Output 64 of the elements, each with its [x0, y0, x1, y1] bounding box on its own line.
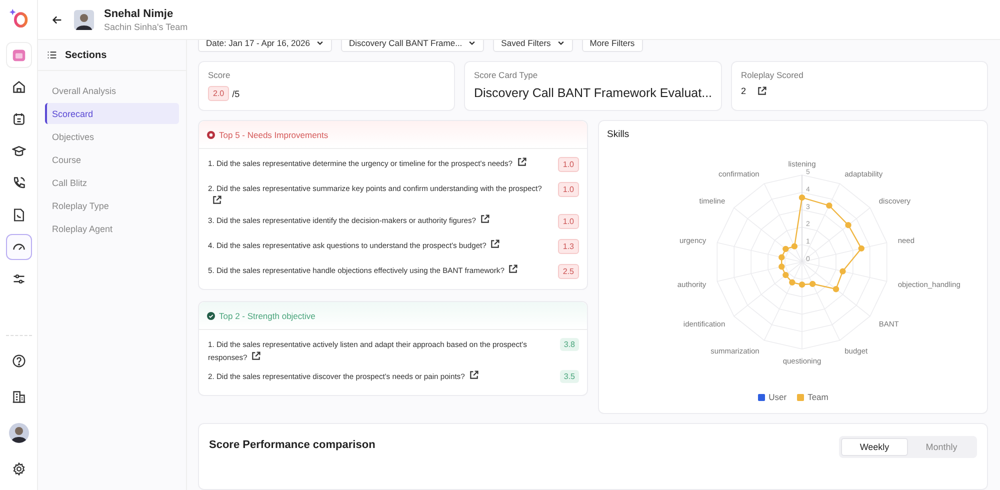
- section-item[interactable]: Roleplay Type: [45, 195, 179, 216]
- avatar-icon: [74, 10, 94, 30]
- sliders-icon: [12, 272, 26, 286]
- sections-title: Sections: [65, 50, 107, 60]
- help-icon: [12, 354, 26, 368]
- phone-icon: [12, 176, 26, 190]
- external-link-icon[interactable]: [212, 195, 222, 205]
- objective-score: 1.0: [558, 157, 579, 172]
- external-link-icon[interactable]: [516, 157, 527, 167]
- performance-title: Score Performance comparison: [209, 439, 376, 451]
- filter-dropdown[interactable]: Date: Jan 17 - Apr 16, 2026: [198, 40, 332, 52]
- filter-dropdown[interactable]: Discovery Call BANT Frame...: [340, 40, 484, 52]
- warning-icon: [207, 130, 215, 138]
- objective-score: 1.0: [558, 214, 579, 229]
- period-tab[interactable]: Weekly: [841, 438, 908, 456]
- legend-label: User: [768, 392, 787, 402]
- external-link-icon[interactable]: [468, 370, 479, 380]
- section-item[interactable]: Call Blitz: [45, 172, 179, 193]
- graduation-cap-icon: [12, 144, 26, 158]
- home-icon: [12, 80, 26, 94]
- card-label: Score Card Type: [474, 70, 539, 80]
- objective-score: 1.0: [558, 182, 579, 197]
- scorecard-type-value: Discovery Call BANT Framework Evaluat...: [474, 86, 712, 100]
- legend-label: Team: [808, 392, 828, 402]
- period-tab[interactable]: Monthly: [908, 438, 975, 456]
- settings-icon: [12, 462, 26, 476]
- section-item[interactable]: Objectives: [45, 126, 179, 147]
- building-icon: [12, 390, 26, 404]
- section-item[interactable]: Scorecard: [45, 103, 179, 124]
- score-badge: 2.0: [208, 86, 230, 101]
- external-link-icon[interactable]: [757, 86, 768, 96]
- team-name: Sachin Sinha's Team: [104, 22, 188, 32]
- section-item[interactable]: Course: [45, 149, 179, 170]
- logo-icon[interactable]: [8, 8, 28, 28]
- skills-title: Skills: [607, 129, 630, 140]
- card-label: Roleplay Scored: [741, 70, 804, 80]
- document-icon: [12, 208, 26, 222]
- app-icon: [12, 48, 26, 62]
- group-title: Top 5 - Needs Improvements: [219, 130, 328, 140]
- check-icon: [207, 312, 215, 320]
- filter-dropdown[interactable]: More Filters: [582, 40, 643, 52]
- caret-icon: [556, 40, 565, 47]
- external-link-icon[interactable]: [480, 214, 490, 224]
- group-title: Top 2 - Strength objective: [219, 310, 316, 320]
- objective-score: 3.5: [560, 370, 579, 383]
- list-icon: [47, 50, 57, 60]
- external-link-icon[interactable]: [490, 239, 500, 249]
- objective-score: 3.8: [560, 338, 579, 351]
- objective-score: 2.5: [558, 264, 579, 279]
- roleplay-count: 2: [741, 86, 746, 96]
- caret-icon: [468, 40, 476, 47]
- card-label: Score: [208, 70, 232, 80]
- section-item[interactable]: Roleplay Agent: [45, 218, 179, 239]
- section-item[interactable]: Overall Analysis: [45, 80, 179, 101]
- avatar-icon: [8, 423, 28, 443]
- score-total: /5: [232, 88, 240, 98]
- external-link-icon[interactable]: [508, 264, 518, 274]
- external-link-icon[interactable]: [251, 351, 262, 361]
- calendar-icon: [12, 112, 26, 126]
- caret-icon: [316, 40, 324, 47]
- user-name: Snehal Nimje: [104, 8, 174, 20]
- nav-button[interactable]: [6, 234, 32, 260]
- objective-score: 1.3: [558, 239, 579, 254]
- filter-dropdown[interactable]: Saved Filters: [493, 40, 573, 52]
